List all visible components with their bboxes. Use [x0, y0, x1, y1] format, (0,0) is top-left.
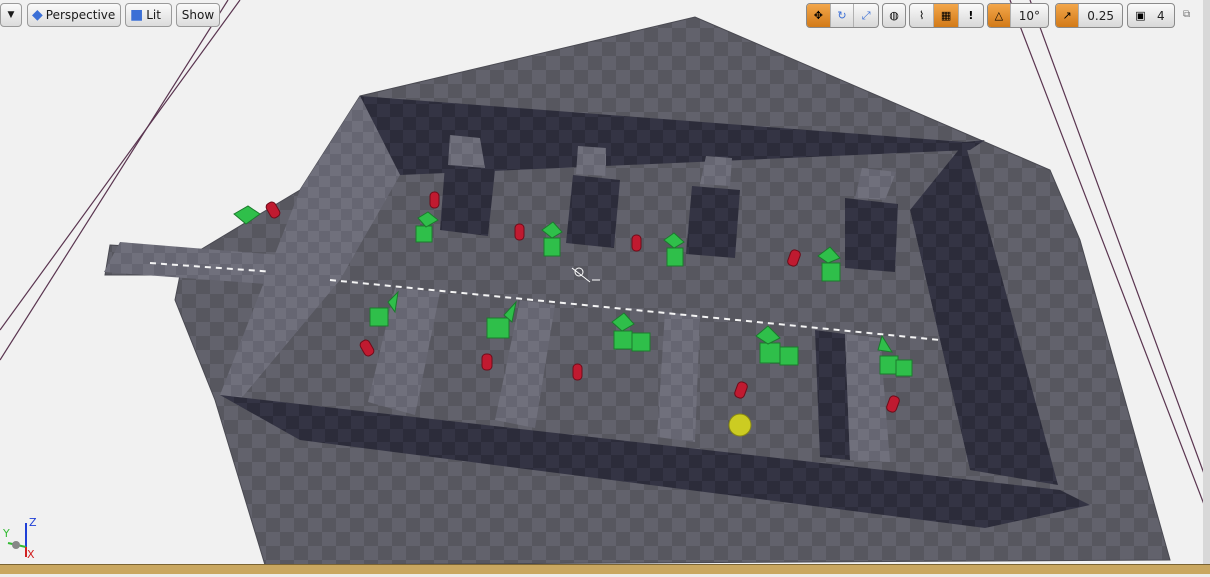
grid-snap-icon[interactable]: ▦	[934, 4, 959, 27]
lit-button[interactable]: ■ Lit	[125, 3, 172, 27]
surface-snap-icon[interactable]: ⌇	[910, 4, 935, 27]
axis-x-label: X	[27, 548, 35, 561]
perspective-button[interactable]: ◆ Perspective	[27, 3, 121, 27]
coordinate-system-button[interactable]: ◍	[882, 3, 906, 28]
level-viewport[interactable]: ▼ ◆ Perspective ■ Lit Show ✥ ↻ ⤢ ◍ ⌇ ▦ !…	[0, 0, 1210, 574]
camera-speed-button[interactable]: ▣ 4	[1127, 3, 1175, 28]
rotation-snap-icon[interactable]: △	[988, 4, 1011, 27]
axis-y-label: Y	[3, 527, 10, 540]
axis-origin-icon	[12, 541, 20, 549]
chevron-down-icon: ▼	[7, 10, 15, 20]
perspective-icon: ◆	[32, 7, 43, 23]
grid-snap-group[interactable]: ⌇ ▦ !	[909, 3, 984, 28]
rotation-snap-group[interactable]: △ 10°	[987, 3, 1049, 28]
lit-cube-icon: ■	[130, 7, 144, 23]
lit-label: Lit	[146, 8, 161, 22]
scale-snap-icon[interactable]: ↗	[1056, 4, 1080, 27]
scale-snap-group[interactable]: ↗ 0.25	[1055, 3, 1123, 28]
transform-tools-group[interactable]: ✥ ↻ ⤢	[806, 3, 879, 28]
rotate-tool-icon[interactable]: ↻	[831, 4, 855, 27]
camera-speed-value: 4	[1157, 8, 1165, 23]
scale-tool-icon[interactable]: ⤢	[854, 4, 878, 27]
translate-tool-icon[interactable]: ✥	[807, 4, 831, 27]
scale-snap-value[interactable]: 0.25	[1079, 4, 1122, 27]
yellow-sphere	[728, 413, 752, 437]
viewport-right-border	[1203, 0, 1210, 564]
viewport-options-button[interactable]: ▼	[0, 3, 22, 27]
scene-render[interactable]	[0, 0, 1210, 573]
grid-snap-dropdown[interactable]: !	[959, 4, 983, 27]
perspective-label: Perspective	[45, 8, 116, 22]
globe-icon[interactable]: ◍	[883, 4, 905, 27]
rotation-snap-value[interactable]: 10°	[1011, 4, 1048, 27]
show-label: Show	[181, 8, 215, 22]
show-button[interactable]: Show	[176, 3, 220, 27]
axis-z-label: Z	[29, 516, 37, 529]
maximize-viewport-icon[interactable]: ⧉	[1183, 9, 1194, 20]
camera-icon: ▣	[1135, 9, 1146, 22]
